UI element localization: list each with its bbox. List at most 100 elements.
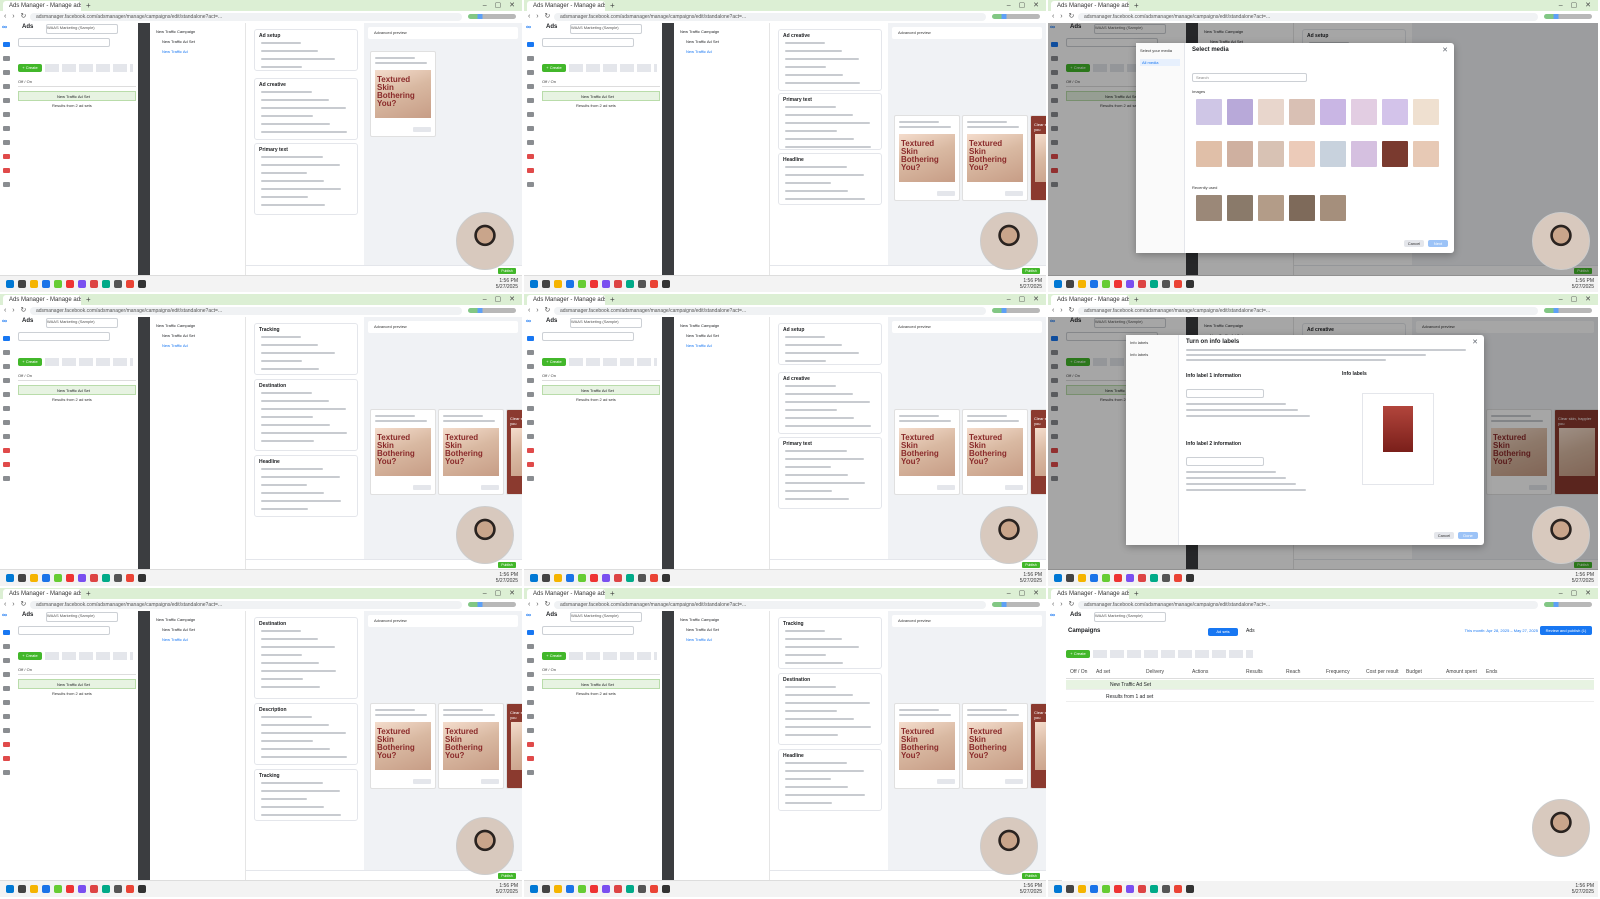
nav-rail-icon[interactable] bbox=[3, 672, 10, 677]
search-input[interactable] bbox=[18, 332, 110, 341]
recent-thumbnail[interactable] bbox=[1289, 195, 1315, 221]
taskbar-app-icon[interactable] bbox=[614, 574, 622, 582]
navigation-icons[interactable]: ‹ › ↻ bbox=[1052, 600, 1076, 608]
review-publish-button[interactable]: Review and publish (1) bbox=[1540, 626, 1592, 635]
column-header[interactable]: Ad set bbox=[1096, 669, 1110, 675]
taskbar-app-icon[interactable] bbox=[1102, 280, 1110, 288]
nav-rail-icon[interactable] bbox=[527, 728, 534, 733]
create-button[interactable]: + Create bbox=[542, 652, 566, 660]
taskbar-app-icon[interactable] bbox=[6, 280, 14, 288]
extension-icons[interactable] bbox=[992, 14, 1040, 19]
nav-rail-icon[interactable] bbox=[527, 406, 534, 411]
table-toolbar[interactable] bbox=[569, 358, 657, 366]
nav-rail-icon[interactable] bbox=[3, 742, 10, 747]
media-thumbnail[interactable] bbox=[1382, 99, 1408, 125]
extension-icons[interactable] bbox=[468, 602, 516, 607]
done-button[interactable]: Done bbox=[1458, 532, 1478, 539]
media-thumbnail[interactable] bbox=[1258, 99, 1284, 125]
taskbar-app-icon[interactable] bbox=[662, 574, 670, 582]
new-tab-button[interactable]: + bbox=[610, 294, 615, 305]
tree-item-campaign[interactable]: New Traffic Campaign bbox=[156, 323, 195, 329]
taskbar-app-icon[interactable] bbox=[542, 885, 550, 893]
media-thumbnail[interactable] bbox=[1413, 141, 1439, 167]
taskbar-app-icon[interactable] bbox=[554, 574, 562, 582]
taskbar-app-icon[interactable] bbox=[54, 574, 62, 582]
search-input[interactable] bbox=[18, 38, 110, 47]
taskbar-app-icon[interactable] bbox=[1054, 574, 1062, 582]
nav-rail-icon[interactable] bbox=[3, 420, 10, 425]
media-thumbnail[interactable] bbox=[1351, 99, 1377, 125]
nav-rail-icon[interactable] bbox=[527, 476, 534, 481]
extension-icons[interactable] bbox=[468, 14, 516, 19]
new-tab-button[interactable]: + bbox=[86, 294, 91, 305]
tree-item-ad[interactable]: New Traffic Ad bbox=[686, 49, 712, 55]
panel-divider[interactable] bbox=[138, 611, 150, 881]
ad-preview-card[interactable]: Textured Skin Bothering You? bbox=[438, 409, 504, 495]
nav-rail-icon[interactable] bbox=[3, 140, 10, 145]
column-header[interactable]: Ends bbox=[1486, 669, 1497, 675]
nav-rail-icon[interactable] bbox=[3, 42, 10, 47]
browser-tab[interactable]: Ads Manager - Manage ads bbox=[3, 589, 81, 599]
nav-rail-icon[interactable] bbox=[3, 630, 10, 635]
media-thumbnail[interactable] bbox=[1320, 99, 1346, 125]
taskbar-app-icon[interactable] bbox=[662, 885, 670, 893]
nav-rail-icon[interactable] bbox=[3, 728, 10, 733]
window-controls[interactable]: – ▢ ✕ bbox=[1559, 588, 1594, 599]
panel-divider[interactable] bbox=[662, 317, 674, 570]
account-selector[interactable]: WAAS Marketing (Sample) bbox=[46, 612, 118, 622]
taskbar-app-icon[interactable] bbox=[614, 280, 622, 288]
taskbar-app-icon[interactable] bbox=[78, 280, 86, 288]
nav-rail-icon[interactable] bbox=[527, 700, 534, 705]
extension-icons[interactable] bbox=[1544, 308, 1592, 313]
taskbar-app-icon[interactable] bbox=[102, 574, 110, 582]
taskbar-app-icon[interactable] bbox=[1114, 574, 1122, 582]
nav-rail-icon[interactable] bbox=[3, 84, 10, 89]
taskbar-app-icon[interactable] bbox=[1078, 280, 1086, 288]
taskbar-app-icon[interactable] bbox=[102, 280, 110, 288]
column-header[interactable]: Frequency bbox=[1326, 669, 1350, 675]
account-selector[interactable]: WAAS Marketing (Sample) bbox=[1094, 612, 1166, 622]
ad-preview-card[interactable]: Textured Skin Bothering You? bbox=[370, 51, 436, 137]
extension-icons[interactable] bbox=[992, 308, 1040, 313]
ad-preview-card[interactable]: Textured Skin Bothering You? bbox=[894, 703, 960, 789]
url-input[interactable]: adsmanager.facebook.com/adsmanager/manag… bbox=[554, 13, 986, 21]
taskbar-app-icon[interactable] bbox=[662, 280, 670, 288]
nav-rail-icon[interactable] bbox=[3, 686, 10, 691]
shop-now-button[interactable] bbox=[937, 779, 955, 784]
shop-now-button[interactable] bbox=[937, 485, 955, 490]
nav-rail-icon[interactable] bbox=[527, 434, 534, 439]
recent-thumbnail[interactable] bbox=[1196, 195, 1222, 221]
taskbar-app-icon[interactable] bbox=[566, 280, 574, 288]
tree-item-ad[interactable]: New Traffic Ad bbox=[686, 637, 712, 643]
nav-rail-icon[interactable] bbox=[3, 126, 10, 131]
nav-rail-icon[interactable] bbox=[527, 364, 534, 369]
new-tab-button[interactable]: + bbox=[610, 0, 615, 11]
tree-item-campaign[interactable]: New Traffic Campaign bbox=[156, 617, 195, 623]
create-button[interactable]: + Create bbox=[18, 358, 42, 366]
taskbar-app-icon[interactable] bbox=[1138, 885, 1146, 893]
recent-thumbnail[interactable] bbox=[1320, 195, 1346, 221]
publish-button[interactable]: Publish bbox=[498, 562, 516, 568]
browser-tab[interactable]: Ads Manager - Manage ads bbox=[1051, 295, 1129, 305]
column-header[interactable]: Reach bbox=[1286, 669, 1300, 675]
meta-logo-icon[interactable]: ∞ bbox=[2, 318, 7, 325]
taskbar-app-icon[interactable] bbox=[1174, 574, 1182, 582]
tree-item-campaign[interactable]: New Traffic Campaign bbox=[156, 29, 195, 35]
preview-header-label[interactable]: Advanced preview bbox=[898, 618, 931, 623]
navigation-icons[interactable]: ‹ › ↻ bbox=[4, 306, 28, 314]
nav-rail-icon[interactable] bbox=[3, 350, 10, 355]
taskbar-app-icon[interactable] bbox=[638, 885, 646, 893]
taskbar-app-icon[interactable] bbox=[638, 280, 646, 288]
browser-tab[interactable]: Ads Manager - Manage ads bbox=[3, 1, 81, 11]
nav-rail-icon[interactable] bbox=[3, 462, 10, 467]
taskbar-app-icon[interactable] bbox=[1174, 280, 1182, 288]
taskbar-app-icon[interactable] bbox=[1186, 574, 1194, 582]
taskbar-app-icon[interactable] bbox=[114, 574, 122, 582]
nav-rail-icon[interactable] bbox=[3, 70, 10, 75]
create-button[interactable]: + Create bbox=[18, 652, 42, 660]
browser-tab[interactable]: Ads Manager - Manage ads bbox=[527, 589, 605, 599]
taskbar-app-icon[interactable] bbox=[1186, 885, 1194, 893]
shop-now-button[interactable] bbox=[1005, 191, 1023, 196]
nav-rail-icon[interactable] bbox=[3, 644, 10, 649]
ad-preview-card[interactable]: Textured Skin Bothering You? bbox=[962, 409, 1028, 495]
